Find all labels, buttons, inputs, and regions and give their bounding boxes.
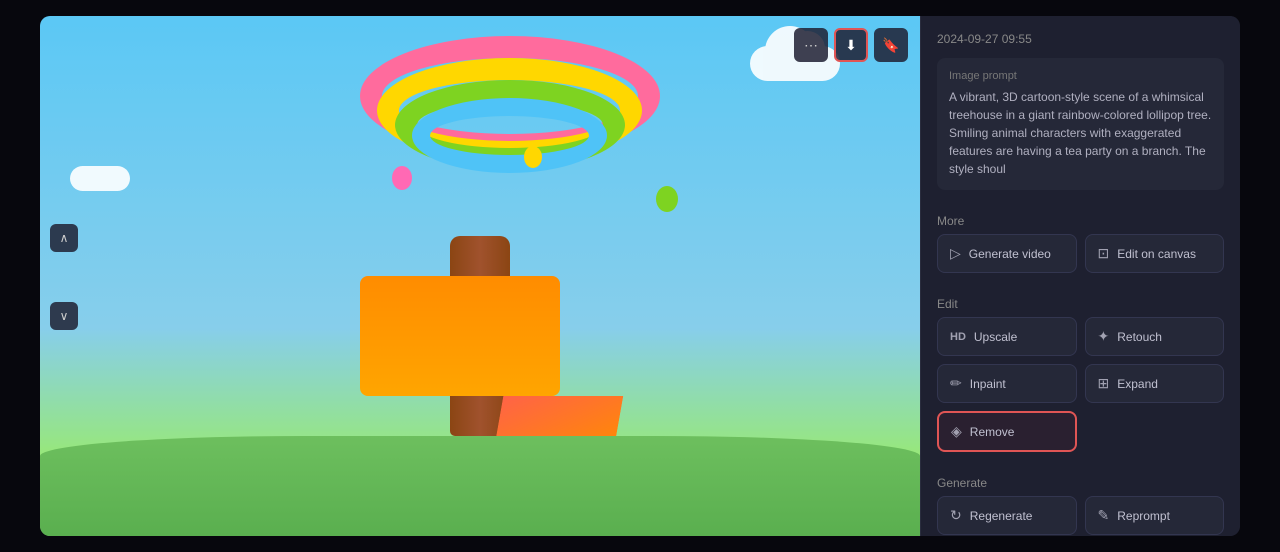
treehouse — [360, 276, 560, 396]
navigate-up-button[interactable]: ∧ — [50, 224, 78, 252]
balloon-pink — [392, 166, 412, 190]
generate-video-button[interactable]: ▷ Generate video — [937, 234, 1077, 273]
more-actions-grid: ▷ Generate video ⊡ Edit on canvas — [937, 234, 1224, 273]
retouch-label: Retouch — [1117, 330, 1162, 344]
cloud-2 — [70, 166, 130, 191]
navigate-down-button[interactable]: ∨ — [50, 302, 78, 330]
modal-overlay: × — [0, 0, 1280, 552]
generate-actions-grid: ↻ Regenerate ✎ Reprompt — [937, 496, 1224, 535]
ground — [40, 436, 920, 536]
ring-blue — [412, 98, 607, 173]
edit-on-canvas-button[interactable]: ⊡ Edit on canvas — [1085, 234, 1225, 273]
prompt-text: A vibrant, 3D cartoon-style scene of a w… — [949, 88, 1212, 178]
download-button[interactable]: ⬇ — [834, 28, 868, 62]
chevron-up-icon: ∧ — [60, 231, 69, 245]
download-icon: ⬇ — [845, 37, 857, 54]
generate-section-label: Generate — [937, 476, 1224, 490]
prompt-label: Image prompt — [949, 70, 1212, 82]
regenerate-icon: ↻ — [950, 507, 962, 524]
edit-actions-grid: HD Upscale ✦ Retouch ✏ Inpaint ⊞ Expand — [937, 317, 1224, 452]
edit-on-canvas-label: Edit on canvas — [1117, 247, 1196, 261]
bookmark-button[interactable]: 🔖 — [874, 28, 908, 62]
expand-label: Expand — [1117, 377, 1158, 391]
prompt-section: Image prompt A vibrant, 3D cartoon-style… — [937, 58, 1224, 190]
image-toolbar: ⋯ ⬇ 🔖 — [794, 28, 908, 62]
expand-button[interactable]: ⊞ Expand — [1085, 364, 1225, 403]
remove-icon: ◈ — [951, 423, 962, 440]
hd-icon: HD — [950, 331, 966, 343]
remove-button[interactable]: ◈ Remove — [937, 411, 1077, 452]
upscale-button[interactable]: HD Upscale — [937, 317, 1077, 356]
reprompt-button[interactable]: ✎ Reprompt — [1085, 496, 1225, 535]
edit-section-label: Edit — [937, 297, 1224, 311]
expand-icon: ⊞ — [1098, 375, 1110, 392]
inpaint-icon: ✏ — [950, 375, 962, 392]
edit-section: Edit HD Upscale ✦ Retouch ✏ Inpaint — [937, 297, 1224, 452]
bookmark-icon: 🔖 — [882, 37, 899, 54]
more-section-label: More — [937, 214, 1224, 228]
image-scene — [40, 16, 920, 536]
inpaint-label: Inpaint — [970, 377, 1006, 391]
generate-video-label: Generate video — [969, 247, 1051, 261]
right-panel: 2024-09-27 09:55 Image prompt A vibrant,… — [920, 16, 1240, 536]
reprompt-label: Reprompt — [1117, 509, 1170, 523]
image-panel: ⋯ ⬇ 🔖 ∧ ∨ — [40, 16, 920, 536]
chevron-down-icon: ∨ — [60, 309, 69, 323]
video-icon: ▷ — [950, 245, 961, 262]
canvas-icon: ⊡ — [1098, 245, 1110, 262]
generate-section: Generate ↻ Regenerate ✎ Reprompt — [937, 476, 1224, 535]
more-options-icon: ⋯ — [804, 37, 818, 54]
remove-label: Remove — [970, 425, 1015, 439]
more-options-button[interactable]: ⋯ — [794, 28, 828, 62]
retouch-button[interactable]: ✦ Retouch — [1085, 317, 1225, 356]
regenerate-label: Regenerate — [970, 509, 1033, 523]
more-section: More ▷ Generate video ⊡ Edit on canvas — [937, 214, 1224, 273]
upscale-label: Upscale — [974, 330, 1017, 344]
image-timestamp: 2024-09-27 09:55 — [937, 32, 1224, 46]
inpaint-button[interactable]: ✏ Inpaint — [937, 364, 1077, 403]
retouch-icon: ✦ — [1098, 328, 1110, 345]
regenerate-button[interactable]: ↻ Regenerate — [937, 496, 1077, 535]
balloon-green — [656, 186, 678, 212]
image-viewer-modal: × — [40, 16, 1240, 536]
reprompt-icon: ✎ — [1098, 507, 1110, 524]
balloon-yellow — [524, 146, 542, 168]
